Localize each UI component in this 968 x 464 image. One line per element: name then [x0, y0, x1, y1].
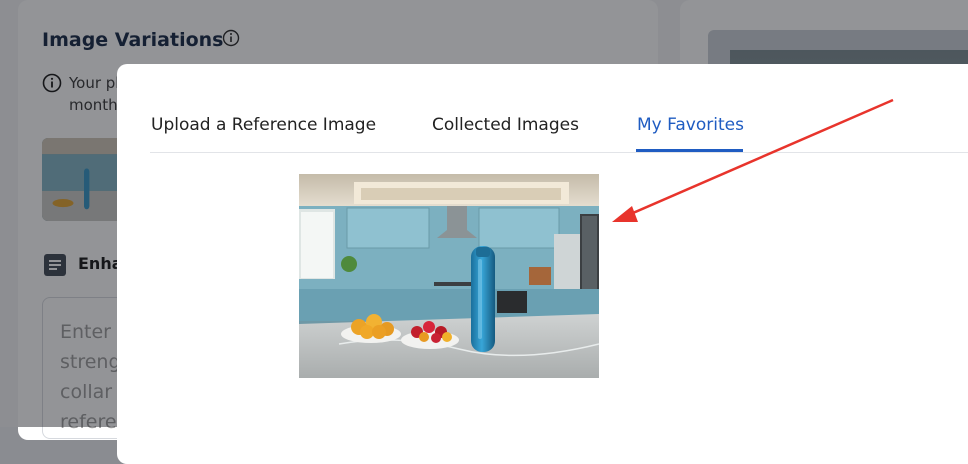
- kitchen-photo: [299, 174, 600, 378]
- tab-my-favorites[interactable]: My Favorites: [637, 115, 744, 135]
- tab-collected-images[interactable]: Collected Images: [432, 115, 579, 135]
- tab-upload-reference-image[interactable]: Upload a Reference Image: [151, 115, 376, 135]
- active-tab-indicator: [636, 149, 743, 152]
- modal-tabs: Upload a Reference Image Collected Image…: [150, 100, 968, 153]
- favorite-image-item[interactable]: [299, 174, 600, 378]
